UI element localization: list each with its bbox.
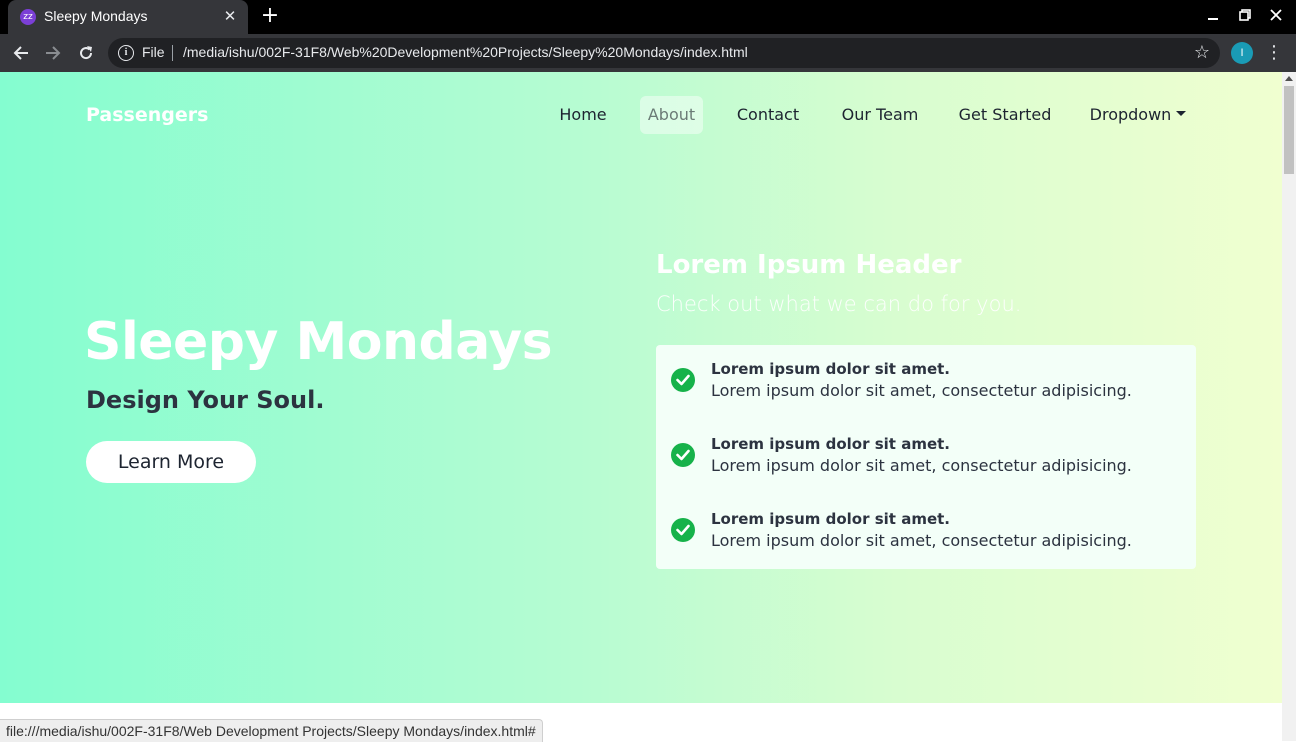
feature-text: Lorem ipsum dolor sit amet, consectetur … [711, 381, 1132, 400]
favicon-icon: zz [20, 9, 36, 25]
feature-text: Lorem ipsum dolor sit amet, consectetur … [711, 531, 1132, 550]
feature-title: Lorem ipsum dolor sit amet. [711, 510, 950, 528]
new-tab-button[interactable]: + [258, 4, 282, 28]
check-circle-icon [671, 443, 695, 467]
scrollbar-thumb[interactable] [1284, 86, 1294, 174]
navbar-brand[interactable]: Passengers [86, 104, 208, 126]
hero-title: Sleepy Mondays [84, 312, 553, 372]
page-viewport: Passengers Home About Contact Our Team G… [0, 72, 1282, 741]
nav-link-home[interactable]: Home [549, 96, 617, 134]
caret-down-icon [1176, 111, 1187, 116]
feature-item: Lorem ipsum dolor sit amet. Lorem ipsum … [656, 508, 1196, 558]
close-tab-icon[interactable]: ✕ [220, 6, 240, 26]
check-circle-icon [671, 368, 695, 392]
url-text[interactable]: /media/ishu/002F-31F8/Web%20Development%… [183, 44, 748, 60]
tab-title: Sleepy Mondays [44, 8, 148, 24]
feature-list-card: Lorem ipsum dolor sit amet. Lorem ipsum … [656, 345, 1196, 569]
info-icon[interactable]: i [118, 45, 134, 61]
hero-subtitle: Design Your Soul. [86, 386, 325, 414]
hero-section: Passengers Home About Contact Our Team G… [0, 72, 1282, 703]
info-subheader: Check out what we can do for you. [656, 292, 1022, 316]
scroll-up-icon[interactable] [1285, 76, 1293, 81]
profile-avatar[interactable]: I [1231, 42, 1253, 64]
feature-item: Lorem ipsum dolor sit amet. Lorem ipsum … [656, 433, 1196, 483]
close-window-icon[interactable] [1264, 5, 1288, 29]
nav-link-contact[interactable]: Contact [726, 96, 810, 134]
page-scrollbar[interactable] [1282, 72, 1296, 741]
kebab-menu-icon[interactable]: ⋮ [1264, 41, 1284, 65]
info-header: Lorem Ipsum Header [656, 250, 962, 280]
learn-more-button[interactable]: Learn More [86, 441, 256, 483]
nav-link-get-started[interactable]: Get Started [950, 96, 1060, 134]
omnibox-divider [172, 45, 173, 61]
browser-tab[interactable]: zz Sleepy Mondays ✕ [8, 0, 248, 34]
omnibox-scheme-label: File [142, 44, 165, 60]
feature-title: Lorem ipsum dolor sit amet. [711, 360, 950, 378]
star-icon[interactable]: ☆ [1194, 42, 1210, 64]
check-circle-icon [671, 518, 695, 542]
reload-icon[interactable] [74, 41, 98, 65]
feature-title: Lorem ipsum dolor sit amet. [711, 435, 950, 453]
forward-icon[interactable] [41, 41, 65, 65]
feature-text: Lorem ipsum dolor sit amet, consectetur … [711, 456, 1132, 475]
address-bar[interactable]: i File /media/ishu/002F-31F8/Web%20Devel… [108, 38, 1220, 68]
status-bar-url: file:///media/ishu/002F-31F8/Web Develop… [0, 719, 543, 742]
minimize-icon[interactable] [1201, 5, 1225, 29]
feature-item: Lorem ipsum dolor sit amet. Lorem ipsum … [656, 358, 1196, 408]
back-icon[interactable] [9, 41, 33, 65]
nav-link-about[interactable]: About [640, 96, 703, 134]
nav-link-our-team[interactable]: Our Team [832, 96, 928, 134]
nav-dropdown-label: Dropdown [1089, 105, 1172, 124]
browser-titlebar: zz Sleepy Mondays ✕ + [0, 0, 1296, 34]
maximize-icon[interactable] [1233, 5, 1257, 29]
browser-toolbar: i File /media/ishu/002F-31F8/Web%20Devel… [0, 34, 1296, 72]
nav-dropdown-toggle[interactable]: Dropdown [1082, 96, 1194, 134]
